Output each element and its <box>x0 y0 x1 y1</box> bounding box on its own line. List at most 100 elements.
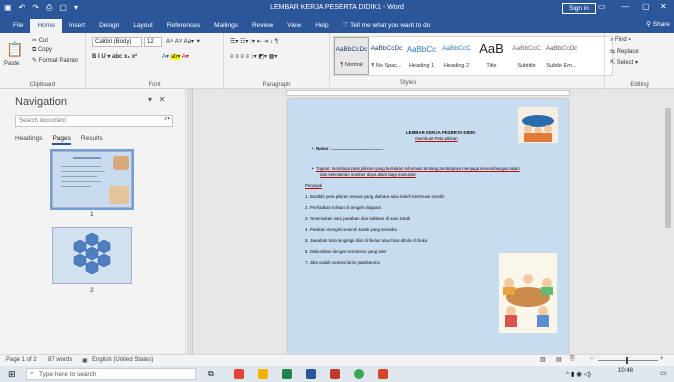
page-count[interactable]: Page 1 of 2 <box>6 357 37 363</box>
minimize-icon[interactable]: — <box>621 2 629 11</box>
document-page[interactable]: LEMBAR KERJA PESERTA DIDIK membuat Peta … <box>288 99 568 354</box>
app-icon[interactable] <box>354 369 364 379</box>
tujuan-text2: dan kelestarian sumber daya alam bagi ma… <box>320 172 416 177</box>
paragraph-label: Paragraph <box>262 82 291 88</box>
tujuan-line1: • Tujuan: membuat peta pikiran yang beri… <box>312 166 520 171</box>
font-grow-shrink-icons[interactable]: A˄ A˅ Aa▾ ✦ <box>166 38 201 45</box>
style-subtitle[interactable]: AaBbCcC Subtitle <box>509 37 544 75</box>
paste-button[interactable]: Paste <box>4 61 19 67</box>
tab-view[interactable]: View <box>280 20 308 31</box>
replace-label: Replace <box>616 49 639 55</box>
tab-design[interactable]: Design <box>92 20 126 31</box>
print-layout-icon[interactable]: ▤ <box>556 356 562 363</box>
list-icons[interactable]: ☰▾ ☷▾ ⁝▾ ⇤ ⇥ ↕ ¶ <box>230 38 278 45</box>
nav-pane-controls[interactable]: ▾ ✕ <box>148 95 165 104</box>
step-5: 5. Jawaban bisa lengkapi diisi di fileta… <box>305 238 428 243</box>
tell-me-search[interactable]: ♡ Tell me what you want to do <box>336 19 438 31</box>
tab-references[interactable]: References <box>160 20 207 31</box>
font-format-icons[interactable]: B I U ▾ abc x₂ x² <box>92 53 137 60</box>
maximize-icon[interactable]: ▢ <box>642 2 650 11</box>
find-button[interactable]: ⌕ Find ▾ <box>610 37 631 44</box>
horizontal-ruler[interactable] <box>286 90 570 96</box>
word-count[interactable]: 87 words <box>48 357 72 363</box>
word-icon[interactable] <box>306 369 316 379</box>
style-subtle-emphasis[interactable]: AaBbCcDc Subtle Em... <box>544 37 579 75</box>
style-title[interactable]: AaB Title <box>474 37 509 75</box>
select-button[interactable]: ⇱ Select ▾ <box>610 59 638 66</box>
font-size-select[interactable]: 12 <box>144 37 162 47</box>
thumb-text-line <box>61 181 101 182</box>
kids-illustration <box>518 107 558 143</box>
style-no-spacing[interactable]: AaBbCcDc ¶ No Spac... <box>369 37 404 75</box>
windows-start-icon[interactable]: ⊞ <box>8 369 16 380</box>
system-tray-icons[interactable]: ^ ▮ ◉ ◁) <box>566 370 591 378</box>
chrome-icon[interactable] <box>234 369 244 379</box>
close-icon[interactable]: ✕ <box>660 2 667 11</box>
align-icons[interactable]: ≡ ≡ ≡ ≡ ↕▾ ◩▾ ▦▾ <box>230 53 277 60</box>
cut-button[interactable]: ✂ Cut <box>32 37 48 44</box>
editing-label: Editing <box>630 82 649 88</box>
page-thumbnail-2[interactable] <box>52 227 132 284</box>
task-view-icon[interactable]: ⧉ <box>208 369 214 379</box>
ribbon-display-icon[interactable]: ▭ <box>598 2 606 11</box>
font-label: Font <box>148 82 161 88</box>
style-heading-2[interactable]: AaBbCcC Heading 2 <box>439 37 474 75</box>
style-normal[interactable]: AaBbCcDc ¶ Normal <box>334 37 369 75</box>
person-icon: ⚲ <box>646 21 653 28</box>
style-heading-1[interactable]: AaBbCc Heading 1 <box>404 37 439 75</box>
style-preview: AaBbCcDc <box>335 46 368 53</box>
copy-button[interactable]: ⧉ Copy <box>32 47 52 54</box>
paste-icon[interactable]: 📋 <box>6 41 23 58</box>
tab-results[interactable]: Results <box>81 135 103 145</box>
thumb-illustration <box>113 156 129 170</box>
search-document-input[interactable]: Search document ⌕▾ <box>15 115 173 127</box>
taskbar-search-input[interactable]: ⌕ Type here to search <box>26 368 196 380</box>
scrollbar-thumb[interactable] <box>665 108 671 228</box>
zoom-out-icon[interactable]: − <box>590 356 594 362</box>
cut-label: Cut <box>38 38 49 44</box>
tujuan-text1: Tujuan: membuat peta pikiran yang berisi… <box>315 166 520 171</box>
file-explorer-icon[interactable] <box>258 369 268 379</box>
tab-file[interactable]: File <box>6 20 30 31</box>
tab-mailings[interactable]: Mailings <box>207 20 245 31</box>
tab-pages[interactable]: Pages <box>52 135 71 145</box>
tab-home[interactable]: Home <box>30 19 62 33</box>
clock[interactable]: 10:48 <box>618 368 633 374</box>
navigation-title: Navigation <box>15 96 67 108</box>
tab-review[interactable]: Review <box>245 20 280 31</box>
tab-insert[interactable]: Insert <box>62 20 92 31</box>
tab-layout[interactable]: Layout <box>126 20 160 31</box>
web-layout-icon[interactable]: ⎘ <box>570 356 575 363</box>
zoom-slider[interactable] <box>598 360 658 361</box>
tell-me-label: Tell me what you want to do <box>350 22 431 29</box>
zoom-in-icon[interactable]: + <box>660 356 664 362</box>
text-effects-icons[interactable]: A▾ ab▾ A▾ <box>162 53 189 60</box>
acrobat-icon[interactable] <box>330 369 340 379</box>
search-icon: ⌕ <box>30 370 34 377</box>
close-icon[interactable]: ✕ <box>159 95 166 104</box>
thumb-text-line <box>61 171 105 172</box>
chevron-down-icon[interactable]: ▾ <box>148 95 152 104</box>
excel-icon[interactable] <box>282 369 292 379</box>
tab-headings[interactable]: Headings <box>15 135 42 145</box>
notifications-icon[interactable]: ▭ <box>660 369 667 377</box>
font-name-select[interactable]: Calibri (Body) <box>92 37 142 47</box>
thumb-text-line <box>61 186 91 187</box>
proofing-icon[interactable]: ▣ <box>82 357 88 364</box>
zoom-slider-handle[interactable] <box>626 357 628 364</box>
search-icon[interactable]: ⌕▾ <box>164 116 170 123</box>
powerpoint-icon[interactable] <box>378 369 388 379</box>
vertical-scrollbar[interactable] <box>664 96 672 354</box>
scissors-icon: ✂ <box>32 38 39 44</box>
replace-button[interactable]: ⇆ Replace <box>610 48 639 55</box>
read-mode-icon[interactable]: ▥ <box>540 356 546 363</box>
nama-field: • Nama : ...............................… <box>312 146 384 151</box>
tab-help[interactable]: Help <box>308 20 335 31</box>
share-button[interactable]: ⚲ Share <box>646 20 670 28</box>
status-bar: Page 1 of 2 87 words ▣ English (United S… <box>0 354 674 366</box>
page-thumbnail-1[interactable] <box>50 149 134 210</box>
format-painter-button[interactable]: ✎ Format Painter <box>32 57 78 64</box>
sign-in-button[interactable]: Sign in <box>562 3 596 14</box>
style-preview: AaB <box>479 41 504 56</box>
language-indicator[interactable]: English (United States) <box>92 357 153 363</box>
